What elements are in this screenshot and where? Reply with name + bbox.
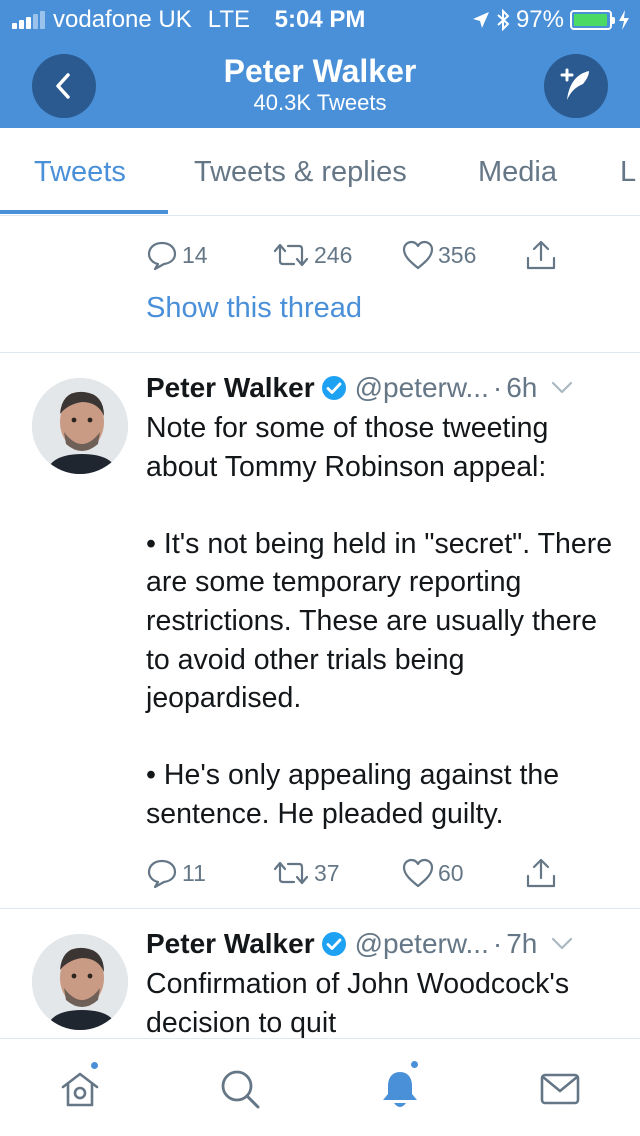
tweet-item[interactable]: Peter Walker @peterw... · 7h Confirmatio… bbox=[0, 908, 640, 1038]
tweet-actions: 11 37 60 bbox=[146, 856, 558, 890]
battery-percent: 97% bbox=[515, 6, 564, 33]
avatar-image bbox=[32, 378, 128, 474]
chevron-down-icon[interactable] bbox=[551, 381, 573, 395]
tweet-text-content: Confirmation of John Woodcock's decision… bbox=[146, 968, 578, 1038]
home-icon bbox=[61, 1072, 99, 1107]
retweet-button[interactable]: 37 bbox=[272, 859, 402, 887]
verified-badge-icon bbox=[321, 932, 346, 956]
reply-icon bbox=[147, 859, 177, 889]
tab-tweets-and-replies[interactable]: Tweets & replies bbox=[194, 128, 407, 215]
like-count: 60 bbox=[438, 859, 464, 886]
tweet-item[interactable]: Peter Walker @peterw... · 6h Note for so… bbox=[0, 352, 640, 908]
location-arrow-icon bbox=[472, 12, 489, 28]
profile-header: vodafone UK LTE 5:04 PM 97% Peter Walker… bbox=[0, 0, 640, 128]
show-thread-link[interactable]: Show this thread bbox=[146, 292, 362, 325]
tweet-actions: 14 246 356 bbox=[146, 238, 558, 272]
avatar[interactable] bbox=[32, 378, 128, 474]
reply-count: 14 bbox=[182, 241, 208, 268]
profile-tabs: Tweets Tweets & replies Media L bbox=[0, 128, 640, 216]
author-handle[interactable]: @peterw... bbox=[355, 928, 489, 960]
charging-bolt-icon bbox=[619, 10, 629, 30]
profile-title: Peter Walker 40.3K Tweets bbox=[120, 52, 520, 116]
compose-tweet-icon bbox=[560, 68, 589, 100]
chevron-left-icon bbox=[56, 73, 70, 99]
home-badge bbox=[89, 1060, 100, 1071]
messages-envelope-icon bbox=[540, 1073, 580, 1105]
notifications-badge bbox=[409, 1059, 420, 1070]
verified-badge-icon bbox=[321, 376, 346, 400]
status-right: 97% bbox=[472, 6, 630, 34]
status-bar: vodafone UK LTE 5:04 PM 97% bbox=[0, 0, 640, 40]
author-name[interactable]: Peter Walker bbox=[146, 372, 315, 404]
reply-button[interactable]: 14 bbox=[146, 239, 272, 271]
tab-messages[interactable] bbox=[538, 1067, 582, 1116]
tweet-text-content: Note for some of those tweeting about To… bbox=[146, 412, 613, 830]
retweet-icon bbox=[273, 861, 309, 885]
tab-home[interactable] bbox=[58, 1060, 102, 1116]
tweet-time: 6h bbox=[506, 372, 538, 403]
share-icon bbox=[526, 240, 556, 270]
share-button[interactable] bbox=[524, 856, 558, 890]
tab-search[interactable] bbox=[218, 1067, 262, 1116]
tweet-time: 7h bbox=[506, 928, 538, 959]
author-handle[interactable]: @peterw... bbox=[355, 372, 489, 404]
retweet-icon bbox=[273, 243, 309, 267]
share-button[interactable] bbox=[524, 238, 558, 272]
reply-count: 11 bbox=[182, 859, 206, 886]
like-count: 356 bbox=[438, 241, 477, 268]
like-button[interactable]: 60 bbox=[402, 858, 524, 888]
author-name[interactable]: Peter Walker bbox=[146, 928, 315, 960]
tab-media[interactable]: Media bbox=[478, 128, 557, 215]
bluetooth-icon bbox=[497, 9, 510, 31]
search-icon bbox=[221, 1070, 260, 1109]
separator-dot: · bbox=[492, 372, 503, 403]
profile-name: Peter Walker bbox=[223, 53, 417, 89]
tab-likes[interactable]: L bbox=[620, 128, 636, 215]
back-button[interactable] bbox=[32, 54, 96, 118]
bottom-tab-bar bbox=[0, 1038, 640, 1136]
reply-button[interactable]: 11 bbox=[146, 857, 272, 889]
tweet-text: Confirmation of John Woodcock's decision… bbox=[146, 965, 616, 1038]
notifications-bell-icon bbox=[383, 1072, 417, 1107]
avatar[interactable] bbox=[32, 934, 128, 1030]
tweet-header: Peter Walker @peterw... · 6h bbox=[146, 372, 573, 404]
active-tab-indicator bbox=[0, 210, 168, 214]
compose-button[interactable] bbox=[544, 54, 608, 118]
retweet-count: 246 bbox=[314, 241, 353, 268]
separator-dot: · bbox=[492, 928, 503, 959]
like-button[interactable]: 356 bbox=[402, 240, 524, 270]
retweet-button[interactable]: 246 bbox=[272, 241, 402, 269]
tab-tweets[interactable]: Tweets bbox=[34, 128, 126, 215]
battery-icon bbox=[570, 10, 615, 30]
tab-notifications[interactable] bbox=[378, 1059, 422, 1116]
tweet-text: Note for some of those tweeting about To… bbox=[146, 409, 616, 834]
heart-icon bbox=[402, 858, 434, 888]
chevron-down-icon[interactable] bbox=[551, 937, 573, 951]
retweet-count: 37 bbox=[314, 859, 340, 886]
tweet-header: Peter Walker @peterw... · 7h bbox=[146, 928, 573, 960]
tweet-count: 40.3K Tweets bbox=[253, 90, 387, 115]
avatar-image bbox=[32, 934, 128, 1030]
heart-icon bbox=[402, 240, 434, 270]
share-icon bbox=[526, 858, 556, 888]
reply-icon bbox=[147, 241, 177, 271]
